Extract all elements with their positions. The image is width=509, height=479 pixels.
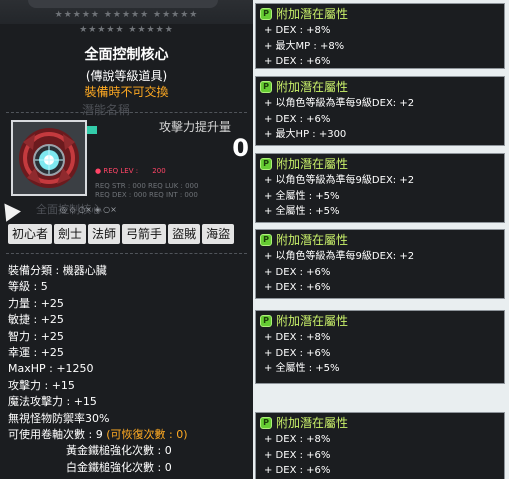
potential-line: + DEX : +8% xyxy=(264,25,331,36)
stat-list: 裝備分類 : 機器心臟 等級 : 5 力量 : +25 敏捷 : +25 智力 … xyxy=(8,263,187,476)
potential-icon: P xyxy=(260,157,272,170)
stat-level: 等級 : 5 xyxy=(8,280,48,294)
divider xyxy=(6,253,247,254)
item-icon-frame xyxy=(11,120,97,196)
potential-line: + 全屬性 : +5% xyxy=(264,190,340,202)
star-force-row-1: ★★★★★ ★★★★★ ★★★★★ xyxy=(54,10,199,20)
item-icon-badge xyxy=(87,126,97,134)
req-str-luk: REQ STR : 000 REQ LUK : 000 xyxy=(95,182,199,190)
job-magician: 法師 xyxy=(88,224,121,244)
stat-ignore-defense: 無視怪物防禦率30% xyxy=(8,411,110,425)
job-thief: 盜賊 xyxy=(168,224,201,244)
stat-equip-type: 裝備分類 : 機器心臟 xyxy=(8,264,107,277)
untradeable-notice: 裝備時不可交換 xyxy=(84,85,169,99)
item-grade: (傳說等級道具) xyxy=(85,69,168,83)
potential-line: + DEX : +6% xyxy=(264,266,331,278)
job-list: 初心者 劍士 法師 弓箭手 盜賊 海盜 xyxy=(8,224,235,244)
req-dex-int: REQ DEX : 000 REQ INT : 000 xyxy=(95,191,198,199)
potential-icon: P xyxy=(260,80,272,93)
item-tooltip: ★★★★★ ★★★★★ ★★★★★ ★★★★★ ★★★★★ 全面控制核心 (傳說… xyxy=(0,0,253,479)
panel-title: 附加潛在屬性 xyxy=(276,80,349,94)
potential-line: + DEX : +6% xyxy=(264,347,331,359)
stat-dex: 敏捷 : +25 xyxy=(8,313,64,327)
bonus-potential-panel: P 附加潛在屬性 + DEX : +8% + DEX : +6% + DEX : … xyxy=(255,412,505,479)
potential-line: + 全屬性 : +5% xyxy=(264,206,340,217)
trade-status-icons: ◎ ◇ ○× ◈ ○× xyxy=(60,205,117,214)
attack-increase-label: 攻擊力提升量 xyxy=(158,120,231,134)
divider xyxy=(6,112,247,113)
stat-scroll-slots: 可使用卷軸次數 : 9 (可恢復次數 : 0) xyxy=(8,427,187,443)
req-level-value: 200 xyxy=(152,167,166,175)
stat-attack: 攻擊力 : +15 xyxy=(8,378,75,392)
potential-line: + 以角色等級為準每9級DEX: +2 xyxy=(264,98,415,109)
panel-title: 附加潛在屬性 xyxy=(276,314,349,328)
potential-line: + 最大HP : +300 xyxy=(264,129,347,140)
item-name: 全面控制核心 xyxy=(84,47,169,63)
stat-maxhp: MaxHP : +1250 xyxy=(8,362,94,376)
bonus-potential-panel: P 附加潛在屬性 + DEX : +8% + DEX : +6% + 全屬性 : … xyxy=(255,310,505,384)
stat-platinum-hammer: 白金鐵槌強化次數 : 0 xyxy=(66,460,172,474)
star-force-row-2: ★★★★★ ★★★★★ xyxy=(79,25,174,35)
bonus-potential-panel: P 附加潛在屬性 + 以角色等級為準每9級DEX: +2 + DEX : +6% … xyxy=(255,229,505,299)
attack-increase-value: 0 xyxy=(232,134,249,162)
job-archer: 弓箭手 xyxy=(122,224,167,244)
potential-icon: P xyxy=(260,233,272,246)
stat-magic-attack: 魔法攻擊力 : +15 xyxy=(8,395,97,409)
stat-int: 智力 : +25 xyxy=(8,329,64,343)
scroll-slots-label: 可使用卷軸次數 : 9 xyxy=(8,427,107,441)
stat-str: 力量 : +25 xyxy=(8,296,64,310)
panel-title: 附加潛在屬性 xyxy=(276,157,349,171)
ghost-potential-name: 潛能名稱 xyxy=(82,103,131,117)
bonus-potential-panel: P 附加潛在屬性 + 以角色等級為準每9級DEX: +2 + 全屬性 : +5% … xyxy=(255,153,505,223)
potential-icon: P xyxy=(260,7,272,20)
bonus-potential-panel: P 附加潛在屬性 + 以角色等級為準每9級DEX: +2 + DEX : +6% … xyxy=(255,76,505,146)
potential-line: + 以角色等級為準每9級DEX: +2 xyxy=(264,175,415,186)
potential-line: + DEX : +6% xyxy=(264,56,331,67)
potential-line: + 全屬性 : +5% xyxy=(264,363,340,374)
potential-line: + DEX : +6% xyxy=(264,465,331,476)
req-level: ● REQ LEV : 200 xyxy=(95,167,166,175)
potential-line: + DEX : +6% xyxy=(264,282,331,293)
stat-luk: 幸運 : +25 xyxy=(8,345,64,359)
potential-icon: P xyxy=(260,314,272,327)
stat-golden-hammer: 黃金鐵槌強化次數 : 0 xyxy=(66,444,172,458)
panel-title: 附加潛在屬性 xyxy=(276,7,349,21)
job-beginner: 初心者 xyxy=(8,224,53,244)
potential-line: + 以角色等級為準每9級DEX: +2 xyxy=(264,251,415,262)
potential-line: + DEX : +8% xyxy=(264,332,331,343)
cursor-hand-icon xyxy=(0,198,21,222)
potential-icon: P xyxy=(260,416,272,429)
mechanical-heart-icon xyxy=(19,128,79,188)
req-level-label: REQ LEV : xyxy=(103,167,139,175)
job-pirate: 海盜 xyxy=(202,224,235,244)
panel-title: 附加潛在屬性 xyxy=(276,416,349,430)
panel-title: 附加潛在屬性 xyxy=(276,233,349,247)
potential-line: + DEX : +6% xyxy=(264,113,331,125)
potential-line: + DEX : +8% xyxy=(264,434,331,445)
bonus-potential-panel: P 附加潛在屬性 + DEX : +8% + 最大MP : +8% + DEX :… xyxy=(255,3,505,69)
potential-line: + 最大MP : +8% xyxy=(264,40,345,52)
scroll-recover-count: (可恢復次數 : 0) xyxy=(106,427,188,441)
potential-line: + DEX : +6% xyxy=(264,449,331,461)
job-warrior: 劍士 xyxy=(54,224,87,244)
